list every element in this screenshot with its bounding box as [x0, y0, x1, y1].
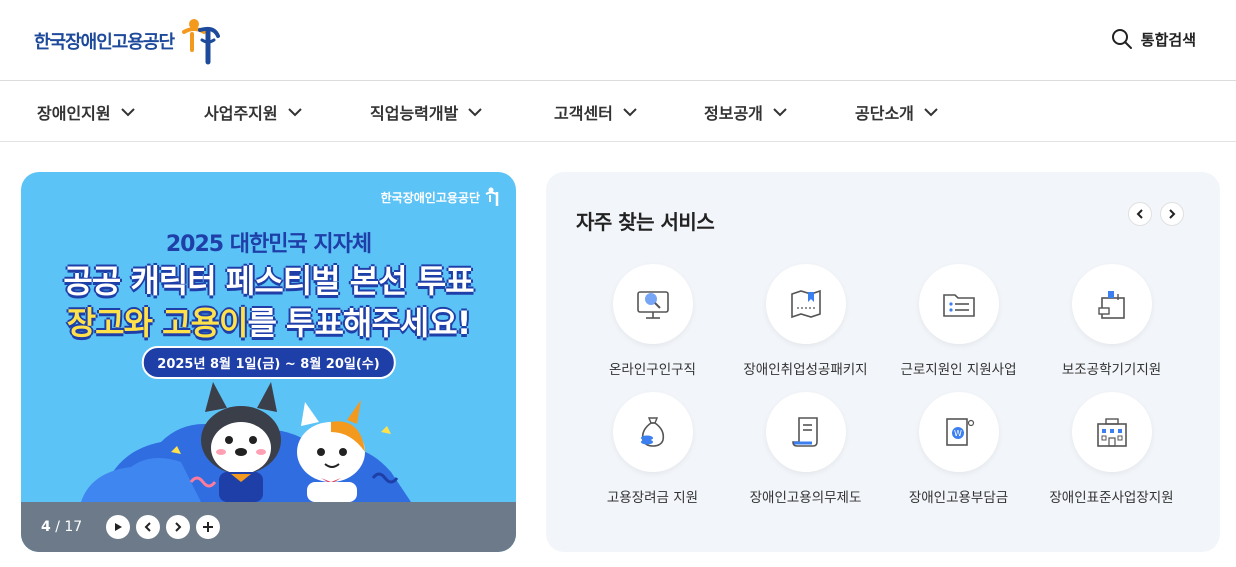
nav-item-vocational-training[interactable]: 직업능력개발 [370, 100, 483, 124]
service-employment-incentive[interactable]: 고용장려금 지원 [576, 392, 729, 506]
banner-highlight: 장고와 고용이 [66, 304, 249, 342]
service-label: 장애인고용부담금 [908, 490, 1009, 506]
service-label: 장애인고용의무제도 [749, 490, 862, 506]
svg-text:W: W [954, 429, 962, 438]
chevron-down-icon [468, 107, 483, 116]
document-scroll-icon [791, 417, 818, 447]
service-label: 온라인구인구직 [609, 362, 696, 378]
play-button[interactable] [106, 515, 131, 539]
service-online-job-search[interactable]: 온라인구인구직 [576, 264, 729, 378]
service-work-assistant[interactable]: 근로지원인 지원사업 [882, 264, 1035, 378]
slide-current: 4 [41, 519, 51, 535]
service-assistive-tech[interactable]: 보조공학기기지원 [1035, 264, 1188, 378]
nav-item-disabled-support[interactable]: 장애인지원 [37, 100, 135, 124]
service-employment-levy[interactable]: W 장애인고용부담금 [882, 392, 1035, 506]
nav-item-employer-support[interactable]: 사업주지원 [204, 100, 302, 124]
nav-item-label: 공단소개 [855, 104, 914, 123]
site-header: 한국장애인고용공단 통합검색 [0, 0, 1236, 81]
banner-controls: 4 / 17 [21, 502, 516, 552]
main-navigation: 장애인지원 사업주지원 직업능력개발 고객센터 정보공개 공단소개 [0, 82, 1236, 142]
nav-item-label: 고객센터 [554, 104, 613, 123]
prev-slide-button[interactable] [136, 515, 161, 539]
logo-mark-icon [182, 19, 221, 65]
next-slide-button[interactable] [166, 515, 191, 539]
chevron-left-icon [144, 522, 151, 532]
levy-document-icon: W [945, 418, 974, 446]
service-standard-workplace[interactable]: 장애인표준사업장지원 [1035, 392, 1188, 506]
job-search-monitor-icon [636, 291, 669, 319]
banner-headline-1: 2025 대한민국 지자체 [165, 232, 372, 257]
chevron-left-icon [1136, 209, 1143, 219]
view-all-slides-button[interactable] [196, 515, 221, 539]
building-icon [1096, 418, 1127, 447]
chevron-right-icon [1169, 209, 1176, 219]
frequent-services-panel: 자주 찾는 서비스 온라인구인구직 장애인취업성공패키지 근로지원인 지원사업 … [546, 172, 1220, 552]
chevron-down-icon [773, 107, 787, 116]
nav-item-label: 사업주지원 [204, 104, 278, 123]
services-next-button[interactable] [1160, 202, 1184, 226]
banner-headline-rest: 를 투표해주세요! [247, 304, 471, 342]
service-label: 근로지원인 지원사업 [900, 362, 1017, 378]
service-icon-circle [765, 392, 846, 472]
logo-text: 한국장애인고용공단 [34, 32, 175, 53]
services-grid: 온라인구인구직 장애인취업성공패키지 근로지원인 지원사업 보조공학기기지원 고… [576, 264, 1190, 506]
search-icon [1111, 29, 1132, 49]
nav-item-label: 장애인지원 [37, 104, 111, 123]
banner-headline-3: 장고와 고용이를 투표해주세요! [21, 298, 516, 344]
money-bag-icon [640, 417, 664, 447]
site-logo[interactable]: 한국장애인고용공단 [34, 16, 224, 66]
service-icon-circle: W [918, 392, 999, 472]
nav-item-information-disclosure[interactable]: 정보공개 [704, 100, 787, 124]
services-prev-button[interactable] [1128, 202, 1152, 226]
map-bookmark-icon [790, 289, 821, 319]
service-mandatory-employment[interactable]: 장애인고용의무제도 [729, 392, 882, 506]
nav-item-label: 직업능력개발 [370, 104, 459, 123]
mascot-illustration [81, 382, 411, 502]
slide-counter: 4 / 17 [41, 519, 82, 535]
service-label: 고용장려금 지원 [606, 490, 699, 506]
services-title: 자주 찾는 서비스 [576, 210, 715, 234]
id-folder-icon [942, 294, 975, 317]
service-label: 장애인취업성공패키지 [743, 362, 868, 378]
service-icon-circle [612, 392, 693, 472]
banner-date: 2025년 8월 1일(금) ~ 8월 20일(수) [141, 346, 396, 379]
service-icon-circle [1071, 264, 1152, 344]
chevron-down-icon [623, 107, 637, 116]
service-icon-circle [765, 264, 846, 344]
logo-mark-icon [485, 187, 499, 206]
service-employment-package[interactable]: 장애인취업성공패키지 [729, 264, 882, 378]
nav-item-about-agency[interactable]: 공단소개 [855, 100, 938, 124]
search-label: 통합검색 [1140, 30, 1196, 49]
banner-logo-text: 한국장애인고용공단 [380, 190, 480, 205]
service-label: 보조공학기기지원 [1061, 362, 1162, 378]
slide-total: 17 [64, 519, 83, 535]
banner-headline-2: 공공 캐릭터 페스티벌 본선 투표 [63, 262, 474, 300]
chevron-right-icon [175, 522, 182, 532]
banner-logo: 한국장애인고용공단 [381, 186, 504, 208]
integrated-search-button[interactable]: 통합검색 [1111, 28, 1196, 50]
plus-icon [203, 522, 214, 532]
chevron-down-icon [120, 107, 135, 116]
play-icon [115, 523, 123, 531]
service-label: 장애인표준사업장지원 [1049, 490, 1174, 506]
nav-item-customer-center[interactable]: 고객센터 [554, 100, 637, 124]
assistive-device-icon [1097, 291, 1125, 319]
promo-banner-slide[interactable]: 한국장애인고용공단 2025 대한민국 지자체 공공 캐릭터 페스티벌 본선 투… [21, 172, 516, 552]
service-icon-circle [918, 264, 999, 344]
chevron-down-icon [287, 107, 302, 116]
nav-item-label: 정보공개 [704, 104, 763, 123]
service-icon-circle [612, 264, 693, 344]
slide-separator: / [55, 519, 60, 535]
service-icon-circle [1071, 392, 1152, 472]
services-pager [1128, 202, 1184, 226]
chevron-down-icon [924, 107, 938, 116]
